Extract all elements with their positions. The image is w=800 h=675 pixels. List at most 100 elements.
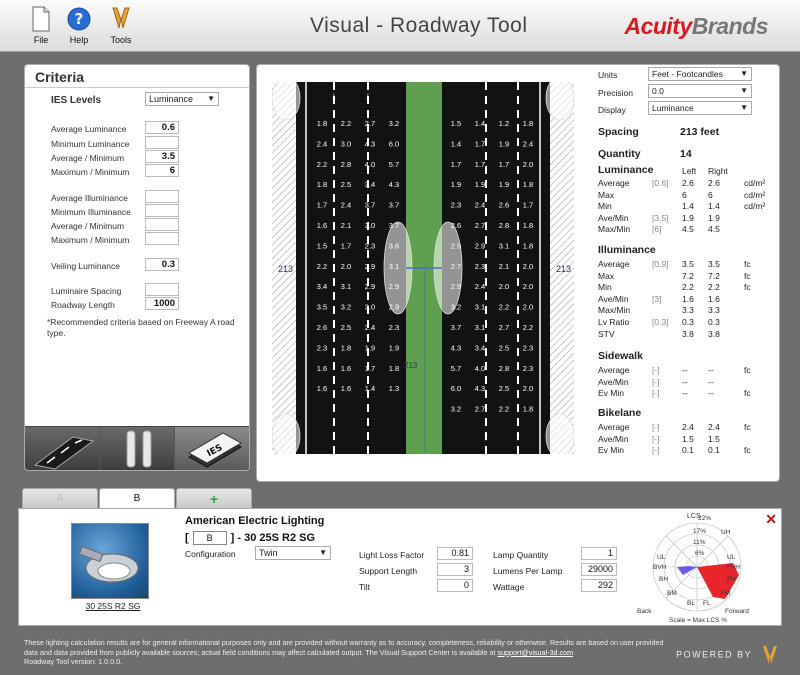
configuration-select[interactable]: Twin ▼ — [255, 546, 331, 560]
lamp-quantity-input[interactable]: 1 — [581, 547, 617, 560]
support-length-label: Support Length — [359, 566, 418, 576]
polar-fvh: FVH — [727, 564, 740, 571]
lum-maximum-minimum-input[interactable]: 6 — [145, 164, 179, 177]
display-select[interactable]: Luminance ▼ — [648, 101, 752, 115]
dimension-left: 213 — [278, 264, 294, 274]
support-email-link[interactable]: support@visual-3d.com — [497, 648, 573, 657]
grid-value: 2.2 — [499, 405, 509, 414]
grid-value: 1.9 — [389, 343, 399, 352]
streetlight-icon — [78, 545, 139, 583]
grid-value: 1.7 — [365, 364, 375, 373]
results-row: Min 1.4 1.4 cd/m² — [598, 201, 776, 212]
units-label: Units — [598, 70, 618, 80]
results-cell-right: 1.4 — [708, 201, 720, 212]
grid-value: 2.4 — [475, 201, 485, 210]
luminaire-image[interactable] — [71, 523, 149, 599]
grid-value: 3.0 — [341, 139, 351, 148]
ies-levels-select[interactable]: Luminance ▼ — [145, 92, 219, 106]
results-cell-label: Average — [598, 422, 630, 432]
results-cell-label: Average — [598, 259, 630, 269]
minimum-illuminance-input[interactable] — [145, 204, 179, 217]
grid-value: 5.7 — [451, 364, 461, 373]
grid-value: 2.8 — [341, 160, 351, 169]
results-cell-target: [-] — [652, 433, 660, 444]
file-menu-button[interactable]: File — [24, 6, 58, 45]
polar-bm: BM — [667, 590, 677, 597]
wattage-label: Wattage — [493, 582, 525, 592]
light-pool — [271, 413, 301, 459]
results-cell-right: 0.3 — [708, 317, 720, 327]
chevron-down-icon: ▼ — [319, 548, 327, 557]
grid-value: 2.3 — [365, 241, 375, 250]
results-cell-right: 2.2 — [708, 282, 720, 293]
grid-value: 1.7 — [523, 201, 533, 210]
results-row: Average [-] 2.4 2.4 fc — [598, 422, 776, 433]
roadway-length-input[interactable]: 1000 — [145, 297, 179, 310]
results-cell-label: Ev Min — [598, 388, 624, 399]
results-cell-right: 4.5 — [708, 224, 720, 235]
veiling-luminance-input[interactable]: 0.3 — [145, 258, 179, 271]
roadway-mode-button[interactable] — [25, 427, 101, 470]
luminaire-spacing-input[interactable] — [145, 283, 179, 296]
tab-b[interactable]: B — [99, 488, 175, 509]
grid-value: 3.1 — [389, 262, 399, 271]
close-icon[interactable]: ✕ — [765, 511, 777, 528]
grid-value: 2.9 — [389, 303, 399, 312]
svg-text:?: ? — [75, 10, 84, 28]
road-icon — [33, 436, 95, 470]
light-loss-factor-input[interactable]: 0.81 — [437, 547, 473, 560]
grid-value: 1.8 — [317, 180, 327, 189]
average-illuminance-input[interactable] — [145, 190, 179, 203]
precision-select[interactable]: 0.0 ▼ — [648, 84, 752, 98]
grid-value: 2.3 — [451, 201, 461, 210]
luminaire-caption-link[interactable]: 30 25S R2 SG — [75, 601, 151, 611]
results-cell-target: [-] — [652, 422, 660, 432]
grid-value: 1.7 — [317, 201, 327, 210]
tab-a[interactable]: A — [22, 488, 98, 508]
grid-value: 1.9 — [499, 139, 509, 148]
light-pool — [271, 75, 301, 121]
polar-uh: UH — [721, 529, 731, 536]
tilt-input[interactable]: 0 — [437, 579, 473, 592]
results-cell-label: Lv Ratio — [598, 317, 630, 327]
dimension-center: 213 — [404, 361, 418, 370]
tools-menu-button[interactable]: Tools — [104, 6, 138, 45]
results-cell-label: Ave/Min — [598, 433, 629, 444]
lum-average-minimum-input[interactable]: 3.5 — [145, 150, 179, 163]
grid-value: 1.6 — [341, 364, 351, 373]
results-cell-unit: fc — [744, 445, 751, 456]
lumens-per-lamp-input[interactable]: 29000 — [581, 563, 617, 576]
units-select[interactable]: Feet - Footcandles ▼ — [648, 67, 752, 81]
grid-value: 2.0 — [523, 282, 533, 291]
add-tab-button[interactable]: + — [176, 488, 252, 508]
luminaire-spacing-label: Luminaire Spacing — [51, 286, 122, 296]
grid-value: 2.9 — [365, 282, 375, 291]
average-luminance-input[interactable]: 0.6 — [145, 121, 179, 134]
support-length-input[interactable]: 3 — [437, 563, 473, 576]
ies-mode-button[interactable]: IES — [175, 427, 249, 470]
results-row: Max 7.2 7.2 fc — [598, 271, 776, 282]
visual-logo-icon — [763, 646, 777, 664]
results-cell-right: 2.4 — [708, 422, 720, 432]
ill-maximum-minimum-input[interactable] — [145, 232, 179, 245]
grid-value: 3.4 — [475, 343, 485, 352]
results-cell-label: Ev Min — [598, 445, 624, 456]
grid-value: 1.8 — [523, 405, 533, 414]
help-icon: ? — [67, 7, 91, 31]
grid-value: 2.3 — [523, 364, 533, 373]
help-menu-button[interactable]: ? Help — [62, 6, 96, 45]
minimum-luminance-input[interactable] — [145, 136, 179, 149]
ill-average-minimum-input[interactable] — [145, 218, 179, 231]
wattage-input[interactable]: 292 — [581, 579, 617, 592]
grid-value: 4.3 — [451, 343, 461, 352]
grid-value: 2.7 — [499, 323, 509, 332]
grid-value: 2.3 — [317, 343, 327, 352]
results-cell-left: -- — [682, 376, 688, 387]
lum-average-minimum-label: Average / Minimum — [51, 153, 125, 163]
roadway-grid[interactable]: 213 ↓ ↓ ↑ ↑ 1.8 2.2 2.7 3.2 2.4 3.0 4.3 6.0 2.2 2.8 4.0… — [271, 75, 575, 459]
results-row: STV 3.8 3.8 — [598, 329, 776, 340]
grid-value: 2.9 — [475, 241, 485, 250]
pole-mode-button[interactable] — [101, 427, 175, 470]
grid-value: 2.2 — [523, 323, 533, 332]
grid-value: 2.5 — [341, 180, 351, 189]
